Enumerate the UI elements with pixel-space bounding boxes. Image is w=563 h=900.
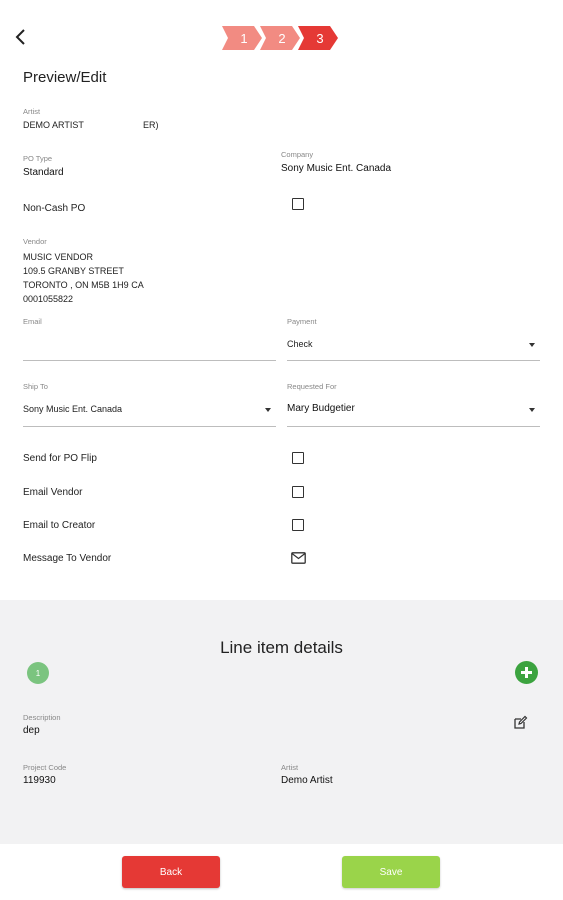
non-cash-po-label: Non-Cash PO — [23, 203, 86, 214]
artist-label: Artist — [23, 107, 41, 116]
email-field[interactable] — [23, 338, 276, 352]
vendor-line: MUSIC VENDOR — [23, 252, 94, 262]
ship-to-underline — [23, 426, 276, 427]
step-1[interactable]: 1 — [222, 26, 262, 50]
artist-value-suffix: ER) — [143, 120, 159, 130]
po-type-label: PO Type — [23, 154, 53, 163]
envelope-icon[interactable] — [291, 552, 306, 564]
add-line-item-button[interactable] — [515, 661, 538, 684]
description-label: Description — [23, 713, 61, 722]
step-2-label: 2 — [278, 30, 286, 46]
line-artist-label: Artist — [281, 763, 299, 772]
requested-for-select[interactable]: Mary Budgetier — [287, 399, 540, 419]
chevron-down-icon — [265, 408, 271, 412]
payment-select[interactable]: Check — [287, 334, 540, 354]
line-item-number-badge[interactable]: 1 — [27, 662, 49, 684]
vendor-line: 109.5 GRANBY STREET — [23, 266, 124, 276]
line-artist-value: Demo Artist — [281, 775, 333, 786]
email-creator-checkbox[interactable] — [292, 519, 304, 531]
step-3[interactable]: 3 — [298, 26, 338, 50]
project-code-value: 119930 — [23, 775, 56, 786]
email-vendor-checkbox[interactable] — [292, 486, 304, 498]
vendor-label: Vendor — [23, 237, 47, 246]
chevron-down-icon — [529, 408, 535, 412]
vendor-address: MUSIC VENDOR 109.5 GRANBY STREET TORONTO… — [23, 250, 144, 306]
message-vendor-label: Message To Vendor — [23, 553, 112, 564]
email-creator-label: Email to Creator — [23, 520, 96, 531]
step-1-label: 1 — [240, 30, 248, 46]
requested-for-underline — [287, 426, 540, 427]
step-2[interactable]: 2 — [260, 26, 300, 50]
ship-to-label: Ship To — [23, 382, 48, 391]
email-underline — [23, 360, 276, 361]
line-items-section — [0, 600, 563, 844]
step-3-label: 3 — [316, 30, 324, 46]
requested-for-value: Mary Budgetier — [287, 403, 355, 414]
vendor-line: TORONTO , ON M5B 1H9 CA — [23, 280, 144, 290]
company-value: Sony Music Ent. Canada — [281, 163, 392, 174]
line-items-title: Line item details — [220, 638, 343, 657]
company-label: Company — [281, 150, 314, 159]
payment-underline — [287, 360, 540, 361]
chevron-down-icon — [529, 343, 535, 347]
payment-value: Check — [287, 339, 313, 349]
back-arrow-icon[interactable] — [10, 26, 32, 48]
description-value: dep — [23, 725, 40, 736]
send-po-flip-label: Send for PO Flip — [23, 453, 97, 464]
edit-icon[interactable] — [513, 715, 528, 730]
send-po-flip-checkbox[interactable] — [292, 452, 304, 464]
bottom-action-bar — [0, 844, 563, 900]
save-button[interactable]: Save — [342, 856, 440, 888]
po-type-value: Standard — [23, 167, 64, 178]
payment-label: Payment — [287, 317, 317, 326]
back-button[interactable]: Back — [122, 856, 220, 888]
ship-to-select[interactable]: Sony Music Ent. Canada — [23, 399, 276, 419]
requested-for-label: Requested For — [287, 382, 337, 391]
email-vendor-label: Email Vendor — [23, 487, 83, 498]
artist-value: DEMO ARTIST — [23, 120, 84, 130]
progress-stepper: 1 2 3 — [222, 26, 338, 50]
page-title: Preview/Edit — [23, 69, 107, 86]
project-code-label: Project Code — [23, 763, 67, 772]
vendor-line: 0001055822 — [23, 294, 74, 304]
email-label: Email — [23, 317, 42, 326]
ship-to-value: Sony Music Ent. Canada — [23, 404, 123, 414]
non-cash-po-checkbox[interactable] — [292, 198, 304, 210]
